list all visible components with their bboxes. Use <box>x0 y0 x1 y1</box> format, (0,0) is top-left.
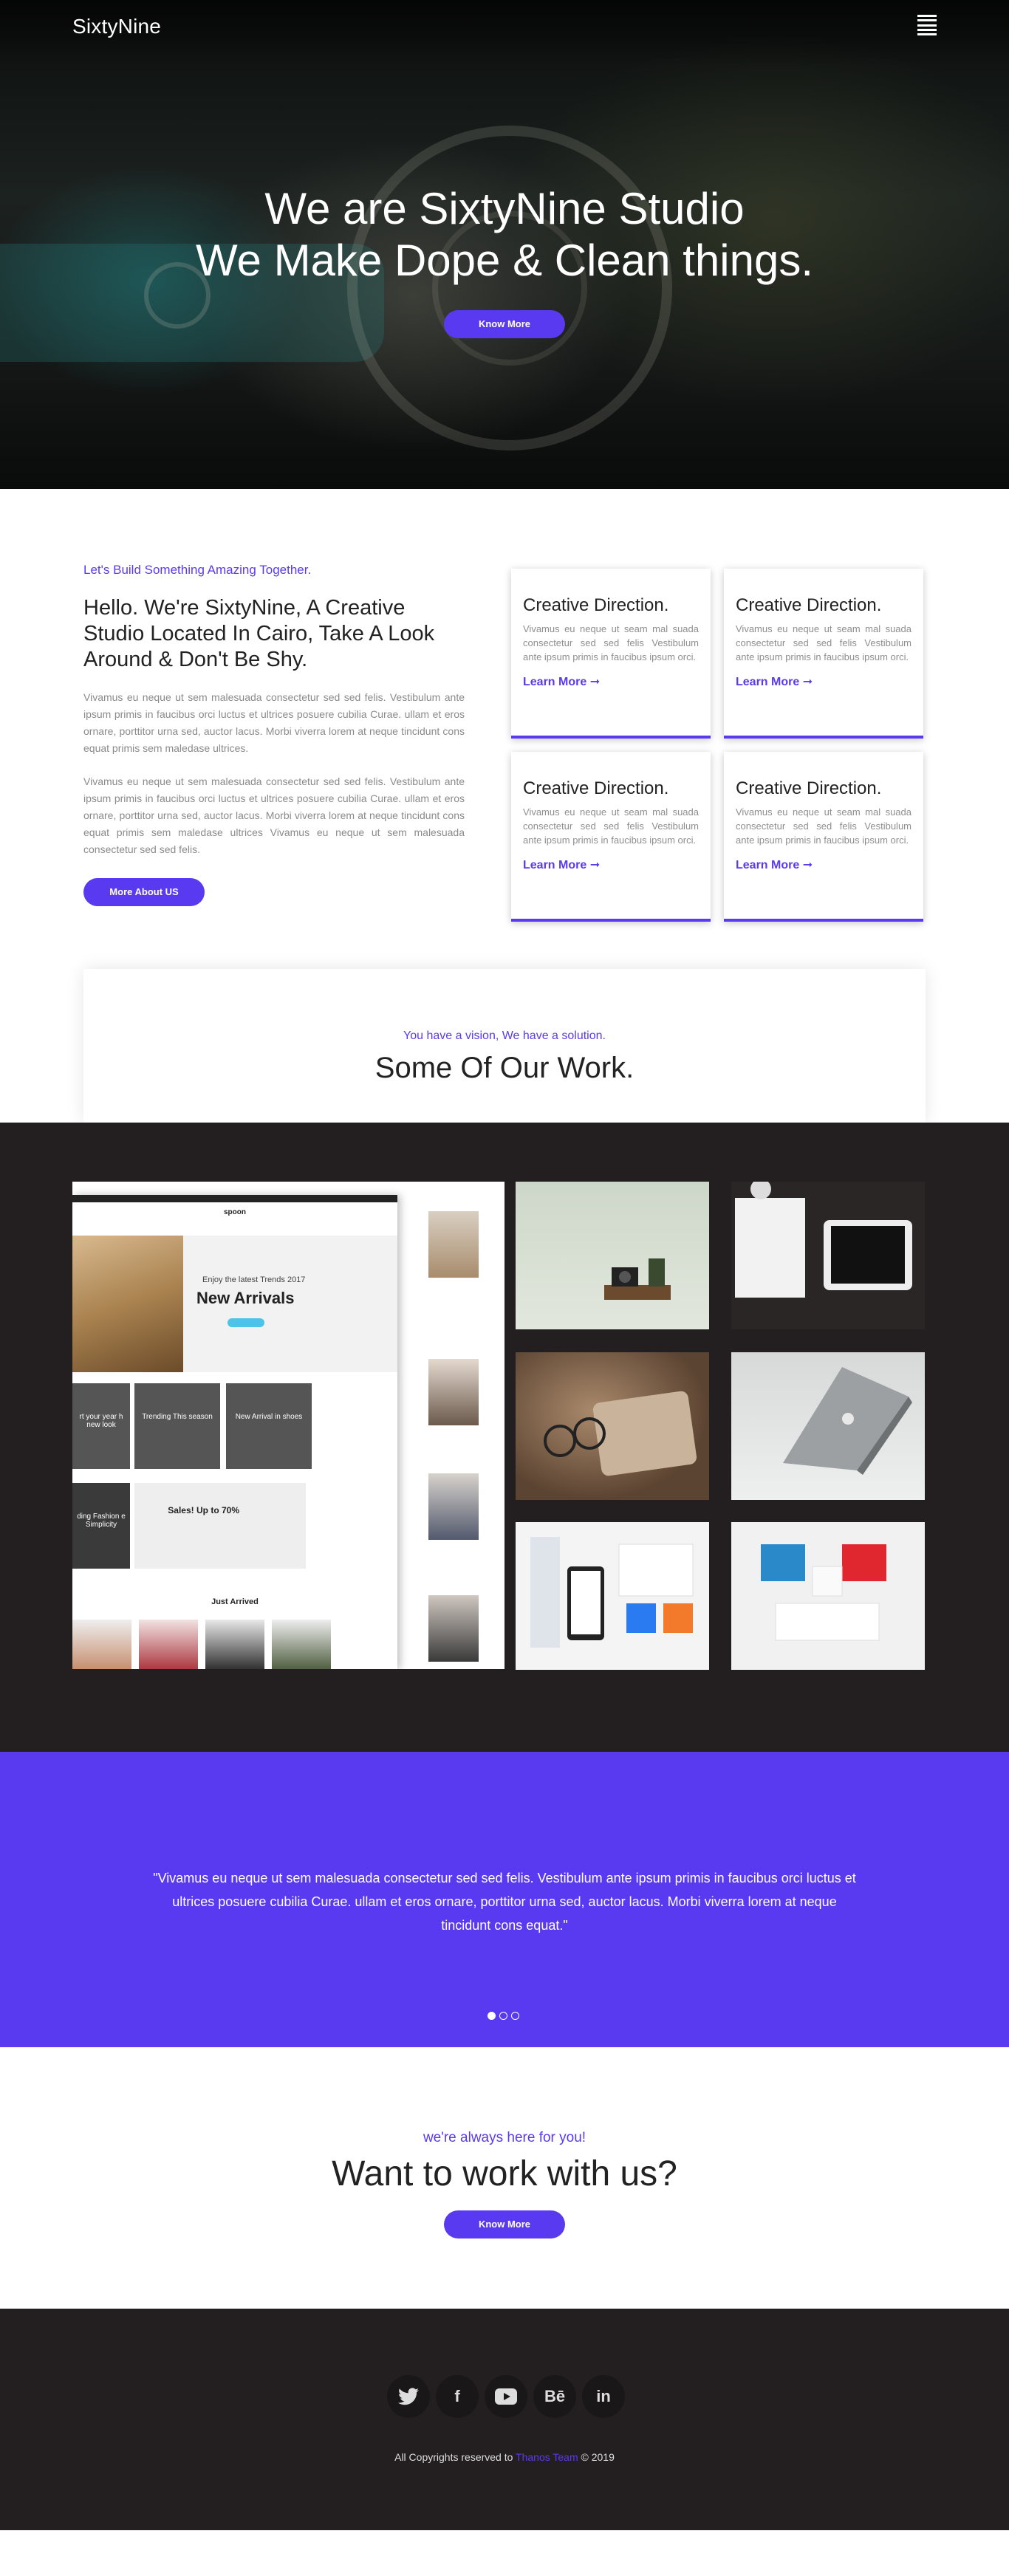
learn-more-link[interactable]: Learn More ➞ <box>523 857 699 872</box>
about-text-block: Let's Build Something Amazing Together. … <box>83 563 465 858</box>
hero-title-line-1: We are SixtyNine Studio <box>264 184 745 233</box>
mockup-product-image <box>272 1620 331 1669</box>
hero-section: SixtyNine We are SixtyNine Studio We Mak… <box>0 0 1009 489</box>
about-paragraph-2: Vivamus eu neque ut sem malesuada consec… <box>83 775 465 855</box>
portfolio-item-laptop[interactable] <box>731 1352 925 1500</box>
service-card: Creative Direction. Vivamus eu neque ut … <box>511 569 711 739</box>
linkedin-icon[interactable]: in <box>582 2375 625 2418</box>
footer: f Bē in All Copyrights reserved to Thano… <box>0 2309 1009 2530</box>
service-card-text: Vivamus eu neque ut seam mal suada conse… <box>523 806 699 846</box>
youtube-play-shape <box>495 2388 517 2405</box>
packaging-illustration <box>761 1544 886 1641</box>
brand-logo[interactable]: SixtyNine <box>72 15 161 38</box>
cta-section: we're always here for you! Want to work … <box>0 2047 1009 2309</box>
app-mockup-illustration <box>530 1537 694 1648</box>
copyright-text: All Copyrights reserved to Thanos Team ©… <box>0 2451 1009 2463</box>
mockup-category-tile: rt your year h new look <box>72 1383 130 1469</box>
hero-know-more-button[interactable]: Know More <box>444 310 565 338</box>
service-card-text: Vivamus eu neque ut seam mal suada conse… <box>523 623 699 662</box>
mockup-sale-tile: Sales! Up to 70% <box>134 1483 306 1569</box>
portfolio-item-camera-desk[interactable] <box>516 1182 709 1329</box>
mockup-banner-heading: New Arrivals <box>196 1289 295 1307</box>
about-paragraph-1: Vivamus eu neque ut sem malesuada consec… <box>83 691 465 754</box>
hero-title: We are SixtyNine Studio We Make Dope & C… <box>0 183 1009 287</box>
twitter-bird-shape <box>398 2388 419 2405</box>
work-title: Some Of Our Work. <box>374 1052 635 1084</box>
slider-dot-2[interactable] <box>499 2012 507 2020</box>
slider-dot-3[interactable] <box>511 2012 519 2020</box>
cta-subtitle: we're always here for you! <box>423 2130 586 2145</box>
portfolio-item-packaging[interactable] <box>731 1522 925 1670</box>
slider-dot-1[interactable] <box>488 2012 496 2020</box>
about-tagline: Let's Build Something Amazing Together. <box>83 563 312 577</box>
mockup-category-tile: ding Fashion e Simplicity <box>72 1483 130 1569</box>
copyright-suffix: © 2019 <box>578 2451 615 2463</box>
portfolio-item-app-mockup[interactable] <box>516 1522 709 1670</box>
cta-title: Want to work with us? <box>332 2154 677 2193</box>
glasses-notebook-illustration <box>544 1391 697 1476</box>
mockup-shop-button <box>228 1318 264 1327</box>
services-grid: Creative Direction. Vivamus eu neque ut … <box>511 569 924 922</box>
mockup-logo: spoon <box>224 1208 246 1216</box>
mockup-topbar <box>72 1195 397 1202</box>
work-header-box: You have a vision, We have a solution. S… <box>83 969 926 1123</box>
mockup-category-tile: New Arrival in shoes <box>226 1383 312 1469</box>
mockup-product-image <box>205 1620 264 1669</box>
work-subtitle: You have a vision, We have a solution. <box>403 1030 606 1042</box>
work-header-section: You have a vision, We have a solution. S… <box>0 960 1009 1123</box>
mockup-just-arrived-heading: Just Arrived <box>211 1597 259 1606</box>
service-card: Creative Direction. Vivamus eu neque ut … <box>724 569 923 739</box>
testimonial-section: "Vivamus eu neque ut sem malesuada conse… <box>0 1752 1009 2047</box>
social-links: f Bē in <box>387 2375 625 2418</box>
laptop-illustration <box>783 1367 912 1475</box>
hero-title-line-2: We Make Dope & Clean things. <box>196 236 813 285</box>
more-about-us-button[interactable]: More About US <box>83 878 205 906</box>
portfolio-item-tablet-notebook[interactable] <box>731 1182 925 1329</box>
portfolio-item-glasses-notebook[interactable] <box>516 1352 709 1500</box>
service-card: Creative Direction. Vivamus eu neque ut … <box>511 752 711 922</box>
learn-more-link[interactable]: Learn More ➞ <box>523 674 699 689</box>
service-card-title: Creative Direction. <box>523 778 669 798</box>
camera-desk-illustration <box>604 1258 671 1300</box>
portfolio-gallery: spoon Enjoy the latest Trends 2017 New A… <box>0 1123 1009 1752</box>
service-card-title: Creative Direction. <box>736 595 882 615</box>
mockup-product-image <box>428 1211 479 1278</box>
mockup-main-page: spoon Enjoy the latest Trends 2017 New A… <box>72 1195 397 1669</box>
mockup-product-image <box>72 1620 131 1669</box>
mockup-banner-model-image <box>72 1236 183 1372</box>
service-card-text: Vivamus eu neque ut seam mal suada conse… <box>736 623 911 662</box>
mockup-product-image <box>428 1595 479 1662</box>
mockup-category-tile: Trending This season <box>134 1383 220 1469</box>
learn-more-link[interactable]: Learn More ➞ <box>736 674 911 689</box>
learn-more-link[interactable]: Learn More ➞ <box>736 857 911 872</box>
about-section: Let's Build Something Amazing Together. … <box>0 489 1009 960</box>
copyright-prefix: All Copyrights reserved to <box>394 2451 516 2463</box>
mockup-banner: Enjoy the latest Trends 2017 New Arrival… <box>72 1236 397 1372</box>
hamburger-menu-icon[interactable] <box>917 15 937 35</box>
copyright-team-link[interactable]: Thanos Team <box>516 2451 578 2463</box>
about-title: Hello. We're SixtyNine, A Creative Studi… <box>83 596 435 671</box>
testimonial-quote: "Vivamus eu neque ut sem malesuada conse… <box>153 1871 856 1933</box>
mockup-side-column <box>397 1182 504 1669</box>
mockup-product-image <box>139 1620 198 1669</box>
service-card-title: Creative Direction. <box>523 595 669 615</box>
service-card: Creative Direction. Vivamus eu neque ut … <box>724 752 923 922</box>
behance-icon[interactable]: Bē <box>533 2375 576 2418</box>
youtube-icon[interactable] <box>485 2375 527 2418</box>
mockup-product-image <box>428 1359 479 1425</box>
mockup-banner-small-text: Enjoy the latest Trends 2017 <box>202 1275 306 1284</box>
twitter-icon[interactable] <box>387 2375 430 2418</box>
tablet-notebook-illustration <box>735 1182 912 1298</box>
testimonial-slider-dots <box>488 2012 519 2020</box>
portfolio-item-ecommerce-mockup[interactable]: spoon Enjoy the latest Trends 2017 New A… <box>72 1182 504 1669</box>
mockup-product-image <box>428 1473 479 1540</box>
service-card-text: Vivamus eu neque ut seam mal suada conse… <box>736 806 911 846</box>
service-card-title: Creative Direction. <box>736 778 882 798</box>
cta-know-more-button[interactable]: Know More <box>444 2210 565 2238</box>
facebook-icon[interactable]: f <box>436 2375 479 2418</box>
